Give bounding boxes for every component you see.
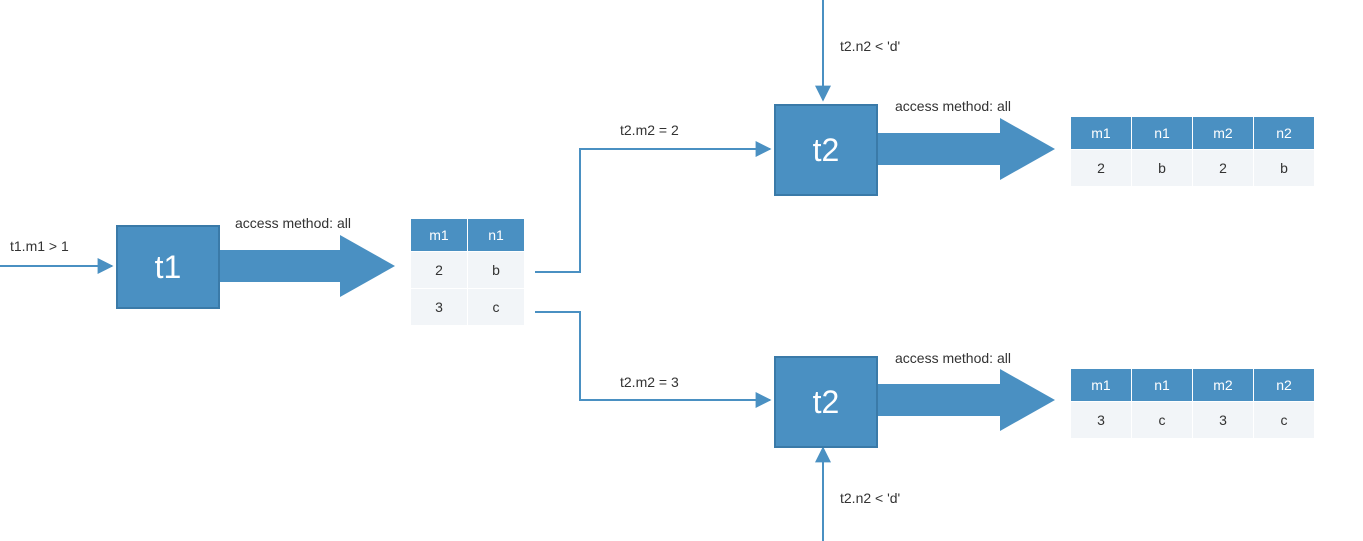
t1-filter-label: t1.m1 > 1 <box>10 238 69 254</box>
node-t1: t1 <box>116 225 220 309</box>
t2bot-h0: m1 <box>1071 369 1132 402</box>
node-t1-label: t1 <box>155 249 182 286</box>
node-t2-top: t2 <box>774 104 878 196</box>
t2bot-method-label: access method: all <box>895 350 1011 366</box>
t2bot-filterH-label: t2.m2 = 3 <box>620 374 679 390</box>
t2top-filterH-label: t2.m2 = 2 <box>620 122 679 138</box>
t1out-h0: m1 <box>411 219 468 252</box>
t1-output-table: m1 n1 2 b 3 c <box>410 218 525 326</box>
t2bot-output-table: m1 n1 m2 n2 3 c 3 c <box>1070 368 1315 439</box>
t2top-h1: n1 <box>1132 117 1193 150</box>
t2top-h2: m2 <box>1193 117 1254 150</box>
t1out-h1: n1 <box>468 219 525 252</box>
table-row: 2 b <box>411 252 525 289</box>
t2bot-h2: m2 <box>1193 369 1254 402</box>
t2top-h3: n2 <box>1254 117 1315 150</box>
node-t2-bot-label: t2 <box>813 384 840 421</box>
diagram-canvas: t1 t1.m1 > 1 access method: all m1 n1 2 … <box>0 0 1363 541</box>
table-row: 3 c 3 c <box>1071 402 1315 439</box>
node-t2-bot: t2 <box>774 356 878 448</box>
table-row: 2 b 2 b <box>1071 150 1315 187</box>
node-t2-top-label: t2 <box>813 132 840 169</box>
t2top-output-table: m1 n1 m2 n2 2 b 2 b <box>1070 116 1315 187</box>
t2bot-h1: n1 <box>1132 369 1193 402</box>
t2bot-filterV-label: t2.n2 < 'd' <box>840 490 900 506</box>
t2bot-h3: n2 <box>1254 369 1315 402</box>
table-row: 3 c <box>411 289 525 326</box>
t2top-filterV-label: t2.n2 < 'd' <box>840 38 900 54</box>
t2top-h0: m1 <box>1071 117 1132 150</box>
t1-method-label: access method: all <box>235 215 351 231</box>
t2top-method-label: access method: all <box>895 98 1011 114</box>
